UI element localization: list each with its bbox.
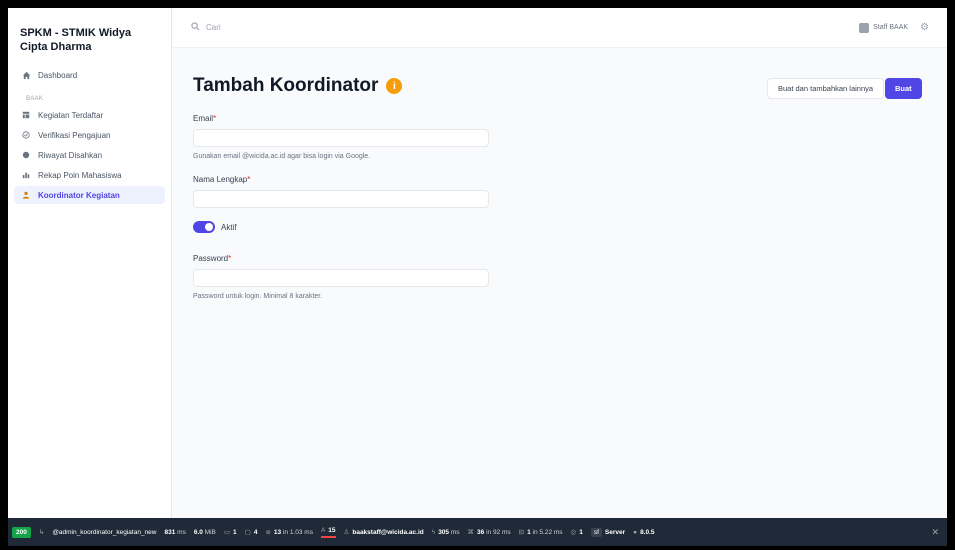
info-icon[interactable]: i <box>386 78 403 94</box>
twig-item[interactable]: ▢ 4 <box>244 528 258 537</box>
events-icon: ⌘ <box>467 529 475 536</box>
sidebar-item-dashboard[interactable]: Dashboard <box>14 66 165 84</box>
security-item[interactable]: ♙ baakstaff@wicida.ac.id <box>343 528 424 537</box>
avatar <box>859 22 870 33</box>
translation-icon: A <box>320 526 326 534</box>
password-field-group: Password* Password untuk login. Minimal … <box>193 254 489 300</box>
init-item[interactable]: ϟ 305 ms <box>432 529 460 536</box>
home-icon <box>20 71 32 80</box>
sidebar-item-label: Rekap Poin Mahasiswa <box>38 170 122 180</box>
create-button[interactable]: Buat <box>885 78 922 99</box>
search-box[interactable]: Cari <box>191 22 221 33</box>
sidebar-item-kegiatan-terdaftar[interactable]: Kegiatan Terdaftar <box>14 106 165 124</box>
page-title: Tambah Koordinator <box>193 75 379 96</box>
template-icon: ▢ <box>244 529 251 536</box>
database-icon: ⊟ <box>518 529 525 536</box>
active-toggle-row: Aktif <box>193 221 237 233</box>
create-another-button[interactable]: Buat dan tambahkan lainnya <box>767 78 885 99</box>
status-badge[interactable]: 200 <box>12 526 31 538</box>
sidebar: SPKM - STMIK Widya Cipta Dharma Dashboar… <box>8 8 172 518</box>
active-toggle-label: Aktif <box>221 222 237 232</box>
memory-item[interactable]: 6.0 MiB <box>194 529 216 536</box>
active-toggle[interactable] <box>193 221 215 233</box>
http-item[interactable]: ◎ 1 <box>570 528 583 537</box>
name-field[interactable] <box>193 190 489 208</box>
app-window: SPKM - STMIK Widya Cipta Dharma Dashboar… <box>8 8 947 546</box>
translation-item[interactable]: A 15 <box>320 526 336 538</box>
email-field-group: Email* Gunakan email @wicida.ac.id agar … <box>193 114 489 160</box>
sidebar-item-verifikasi-pengajuan[interactable]: Verifikasi Pengajuan <box>14 126 165 144</box>
time-item[interactable]: 831 ms <box>164 529 185 536</box>
email-field[interactable] <box>193 129 489 147</box>
bar-chart-icon <box>20 171 32 179</box>
server-icon: sf <box>590 527 602 537</box>
history-icon <box>20 151 32 159</box>
form-icon: ▭ <box>223 529 231 536</box>
server-item[interactable]: sf Server <box>590 527 625 537</box>
password-hint: Password untuk login. Minimal 8 karakter… <box>193 293 323 300</box>
sidebar-item-label: Riwayat Disahkan <box>38 150 103 160</box>
email-hint: Gunakan email @wicida.ac.id agar bisa lo… <box>193 153 371 160</box>
http-client-icon: ◎ <box>570 529 577 536</box>
events-item[interactable]: ⌘ 36 in 92 ms <box>467 528 511 537</box>
table-icon <box>20 111 32 119</box>
lightning-icon: ϟ <box>431 528 436 536</box>
sidebar-nav: Dashboard BAAK Kegiatan Terdaftar Verifi… <box>8 66 171 204</box>
route-item[interactable]: ↳ @admin_koordinator_kegiatan_new <box>38 528 157 537</box>
gear-icon[interactable]: ⚙ <box>920 22 929 33</box>
cache-item[interactable]: ⊜ 13 in 1.03 ms <box>265 528 313 537</box>
check-badge-icon <box>20 131 32 139</box>
main-content: Tambah Koordinator i Buat dan tambahkan … <box>173 49 947 518</box>
user-icon: ♙ <box>343 529 350 536</box>
page-header: Tambah Koordinator i <box>193 75 403 97</box>
forms-item[interactable]: ▭ 1 <box>223 528 237 537</box>
close-icon[interactable]: ✕ <box>931 527 939 538</box>
user-menu[interactable]: Staff BAAK ⚙ <box>859 22 929 33</box>
symfony-version-item[interactable]: ● 8.0.5 <box>633 529 654 536</box>
email-label: Email* <box>193 114 217 123</box>
password-label: Password* <box>193 254 232 263</box>
user-name: Staff BAAK <box>873 24 909 31</box>
sidebar-item-label: Verifikasi Pengajuan <box>38 130 111 140</box>
sidebar-item-label: Koordinator Kegiatan <box>38 190 120 200</box>
sidebar-item-riwayat-disahkan[interactable]: Riwayat Disahkan <box>14 146 165 164</box>
brand-title[interactable]: SPKM - STMIK Widya Cipta Dharma <box>8 8 171 66</box>
search-input[interactable]: Cari <box>206 23 221 32</box>
symfony-logo-icon: ● <box>633 528 638 536</box>
password-field[interactable] <box>193 269 489 287</box>
name-field-group: Nama Lengkap* <box>193 175 489 208</box>
route-icon: ↳ <box>38 529 45 536</box>
sidebar-item-label: Kegiatan Terdaftar <box>38 110 104 120</box>
db-item[interactable]: ⊟ 1 in 5.22 ms <box>518 528 563 537</box>
topbar: Cari Staff BAAK ⚙ <box>173 8 947 48</box>
name-label: Nama Lengkap* <box>193 175 251 184</box>
search-icon <box>191 22 200 33</box>
sidebar-item-koordinator-kegiatan[interactable]: Koordinator Kegiatan <box>14 186 165 204</box>
cache-icon: ⊜ <box>265 529 271 536</box>
user-icon <box>20 191 32 199</box>
sidebar-group-label: BAAK <box>26 96 44 102</box>
debug-toolbar: 200 ↳ @admin_koordinator_kegiatan_new 831… <box>8 518 947 546</box>
sidebar-item-label: Dashboard <box>38 70 78 80</box>
sidebar-item-rekap-poin[interactable]: Rekap Poin Mahasiswa <box>14 166 165 184</box>
